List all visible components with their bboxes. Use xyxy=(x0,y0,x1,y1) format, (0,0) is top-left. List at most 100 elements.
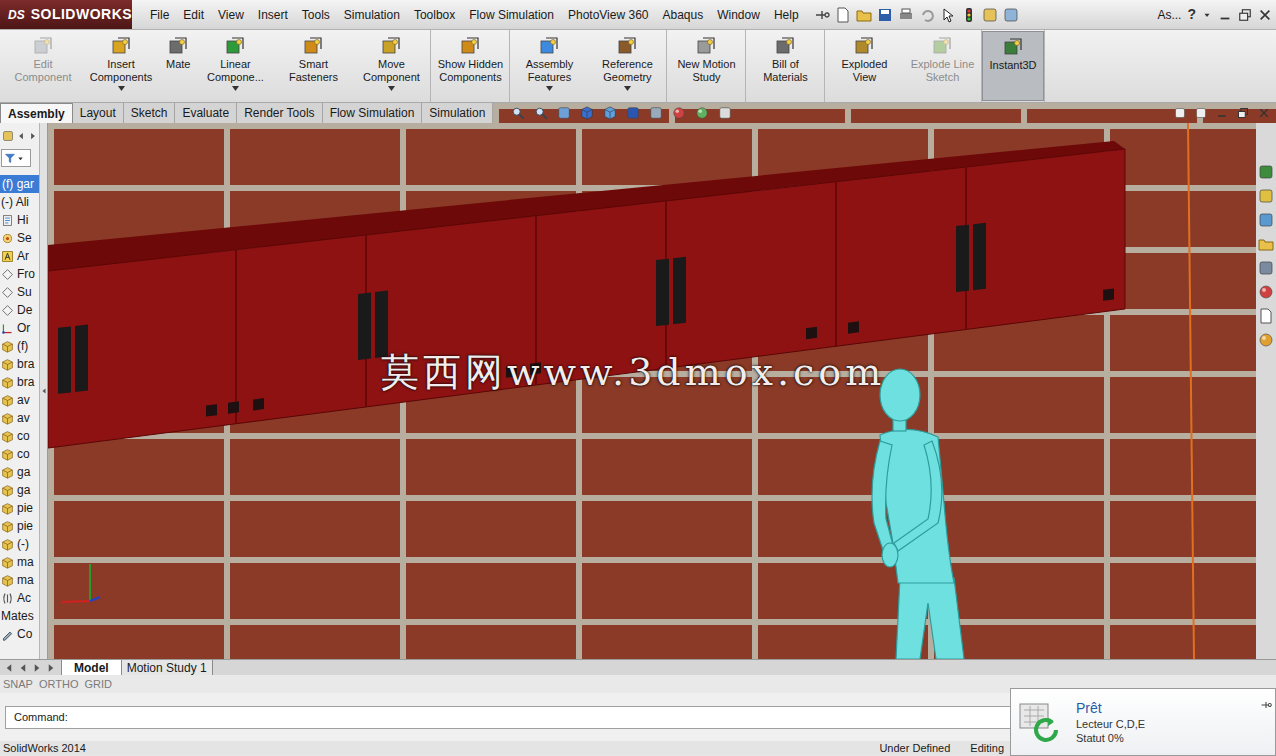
menu-item[interactable]: PhotoView 360 xyxy=(561,6,656,24)
tree-item[interactable]: co xyxy=(0,427,39,445)
tree-item[interactable]: Hi xyxy=(0,211,39,229)
command-input[interactable] xyxy=(72,709,1044,726)
tree-item[interactable]: av xyxy=(0,391,39,409)
command-tab[interactable]: Flow Simulation xyxy=(323,103,423,123)
pin-icon[interactable] xyxy=(814,7,830,23)
notification-popup[interactable]: PrêtLecteur C,D,EStatut 0% xyxy=(1010,688,1276,756)
select-arrow-icon[interactable] xyxy=(940,7,956,23)
tree-item[interactable]: Se xyxy=(0,229,39,247)
zoom-fit-icon[interactable] xyxy=(511,106,525,120)
tree-item[interactable]: (-) xyxy=(0,535,39,553)
ribbon-button[interactable]: Assembly Features xyxy=(510,31,588,101)
tree-item[interactable]: ga xyxy=(0,481,39,499)
restore-icon[interactable] xyxy=(1238,8,1252,22)
close-icon[interactable] xyxy=(1258,8,1272,22)
prev-tab-icon[interactable] xyxy=(17,662,29,674)
filter-box[interactable] xyxy=(1,149,31,167)
tree-item[interactable]: (-) Ali xyxy=(0,193,39,211)
tree-item[interactable]: De xyxy=(0,301,39,319)
menu-item[interactable]: View xyxy=(211,6,251,24)
dropdown-icon[interactable] xyxy=(388,86,395,91)
minimize-icon[interactable] xyxy=(1218,8,1232,22)
command-line[interactable]: Command: xyxy=(5,706,1045,729)
command-tab[interactable]: Layout xyxy=(73,103,124,123)
scene-icon[interactable] xyxy=(695,106,709,120)
undo-icon[interactable] xyxy=(919,7,935,23)
hide-show-icon[interactable] xyxy=(649,106,663,120)
menu-item[interactable]: Toolbox xyxy=(407,6,462,24)
menu-item[interactable]: File xyxy=(143,6,176,24)
tree-item[interactable]: ma xyxy=(0,571,39,589)
viewport-close-icon[interactable] xyxy=(1258,107,1270,119)
previous-view-icon[interactable] xyxy=(557,106,571,120)
view-settings-icon[interactable] xyxy=(718,106,732,120)
menu-item[interactable]: Insert xyxy=(251,6,295,24)
ribbon-button[interactable]: Linear Compone... xyxy=(196,31,274,101)
tree-item[interactable]: Co xyxy=(0,625,39,643)
model-tab[interactable]: Motion Study 1 xyxy=(122,660,213,675)
collapse-icon[interactable] xyxy=(40,387,48,395)
ribbon-button[interactable]: Exploded View xyxy=(825,31,903,101)
toggle-button[interactable]: GRID xyxy=(85,676,113,693)
tree-item[interactable]: Ac xyxy=(0,589,39,607)
options-icon[interactable] xyxy=(1003,7,1019,23)
scroll-left-icon[interactable] xyxy=(16,131,26,141)
dropdown-icon[interactable] xyxy=(624,86,631,91)
ribbon-button[interactable]: Smart Fasteners xyxy=(274,31,352,101)
tree-item[interactable]: ga xyxy=(0,463,39,481)
model-tab[interactable]: Model xyxy=(61,660,122,675)
next-tab-icon[interactable] xyxy=(31,662,43,674)
tree-item[interactable]: Ar xyxy=(0,247,39,265)
ribbon-button[interactable]: Explode Line Sketch xyxy=(903,31,981,101)
open-folder-icon[interactable] xyxy=(856,7,872,23)
command-tab[interactable]: Sketch xyxy=(124,103,176,123)
tree-item[interactable]: ma xyxy=(0,553,39,571)
tree-item[interactable]: (f) gar xyxy=(0,175,39,193)
command-tab[interactable]: Simulation xyxy=(422,103,493,123)
tree-item[interactable]: av xyxy=(0,409,39,427)
help-button[interactable]: ? xyxy=(1187,4,1196,25)
tree-item[interactable]: pie xyxy=(0,499,39,517)
scroll-right-icon[interactable] xyxy=(28,131,38,141)
new-document-icon[interactable] xyxy=(835,7,851,23)
file-properties-icon[interactable] xyxy=(982,7,998,23)
ribbon-button[interactable]: Edit Component xyxy=(4,31,82,101)
command-tab[interactable]: Assembly xyxy=(0,103,73,123)
forum-icon[interactable] xyxy=(1258,332,1274,348)
tree-item[interactable]: (f) xyxy=(0,337,39,355)
rebuild-light-icon[interactable] xyxy=(961,7,977,23)
ribbon-button[interactable]: Show Hidden Components xyxy=(431,31,509,101)
ribbon-button[interactable]: Insert Components xyxy=(82,31,160,101)
tree-item[interactable]: bra xyxy=(0,373,39,391)
tree-item[interactable]: Or xyxy=(0,319,39,337)
cabinet-front[interactable] xyxy=(48,149,1125,448)
zoom-area-icon[interactable] xyxy=(534,106,548,120)
section-view-icon[interactable] xyxy=(580,106,594,120)
mannequin[interactable] xyxy=(872,369,964,659)
appearances-icon[interactable] xyxy=(1258,284,1274,300)
ribbon-button[interactable]: Instant3D xyxy=(982,31,1043,101)
ribbon-button[interactable]: Mate xyxy=(160,31,196,101)
last-tab-icon[interactable] xyxy=(45,662,57,674)
ribbon-button[interactable]: Move Component xyxy=(352,31,430,101)
toggle-button[interactable]: SNAP xyxy=(3,676,33,693)
file-explorer-icon[interactable] xyxy=(1258,236,1274,252)
menu-item[interactable]: Abaqus xyxy=(655,6,710,24)
caret-icon[interactable] xyxy=(16,154,25,163)
pin-icon[interactable] xyxy=(1260,699,1272,711)
menu-item[interactable]: Edit xyxy=(176,6,211,24)
resources-icon[interactable] xyxy=(1258,164,1274,180)
tree-item[interactable]: bra xyxy=(0,355,39,373)
viewport-minimize-icon[interactable] xyxy=(1216,107,1228,119)
graphics-area[interactable]: 莫西网www.3dmox.com xyxy=(48,123,1256,659)
save-icon[interactable] xyxy=(877,7,893,23)
panel-splitter[interactable] xyxy=(39,123,47,659)
tree-item[interactable]: co xyxy=(0,445,39,463)
menu-item[interactable]: Window xyxy=(710,6,767,24)
home-icon[interactable] xyxy=(1258,188,1274,204)
menu-item[interactable]: Flow Simulation xyxy=(462,6,561,24)
design-library-icon[interactable] xyxy=(1258,212,1274,228)
tree-item[interactable]: Mates xyxy=(0,607,39,625)
view-orientation-icon[interactable] xyxy=(603,106,617,120)
custom-properties-icon[interactable] xyxy=(1258,308,1274,324)
